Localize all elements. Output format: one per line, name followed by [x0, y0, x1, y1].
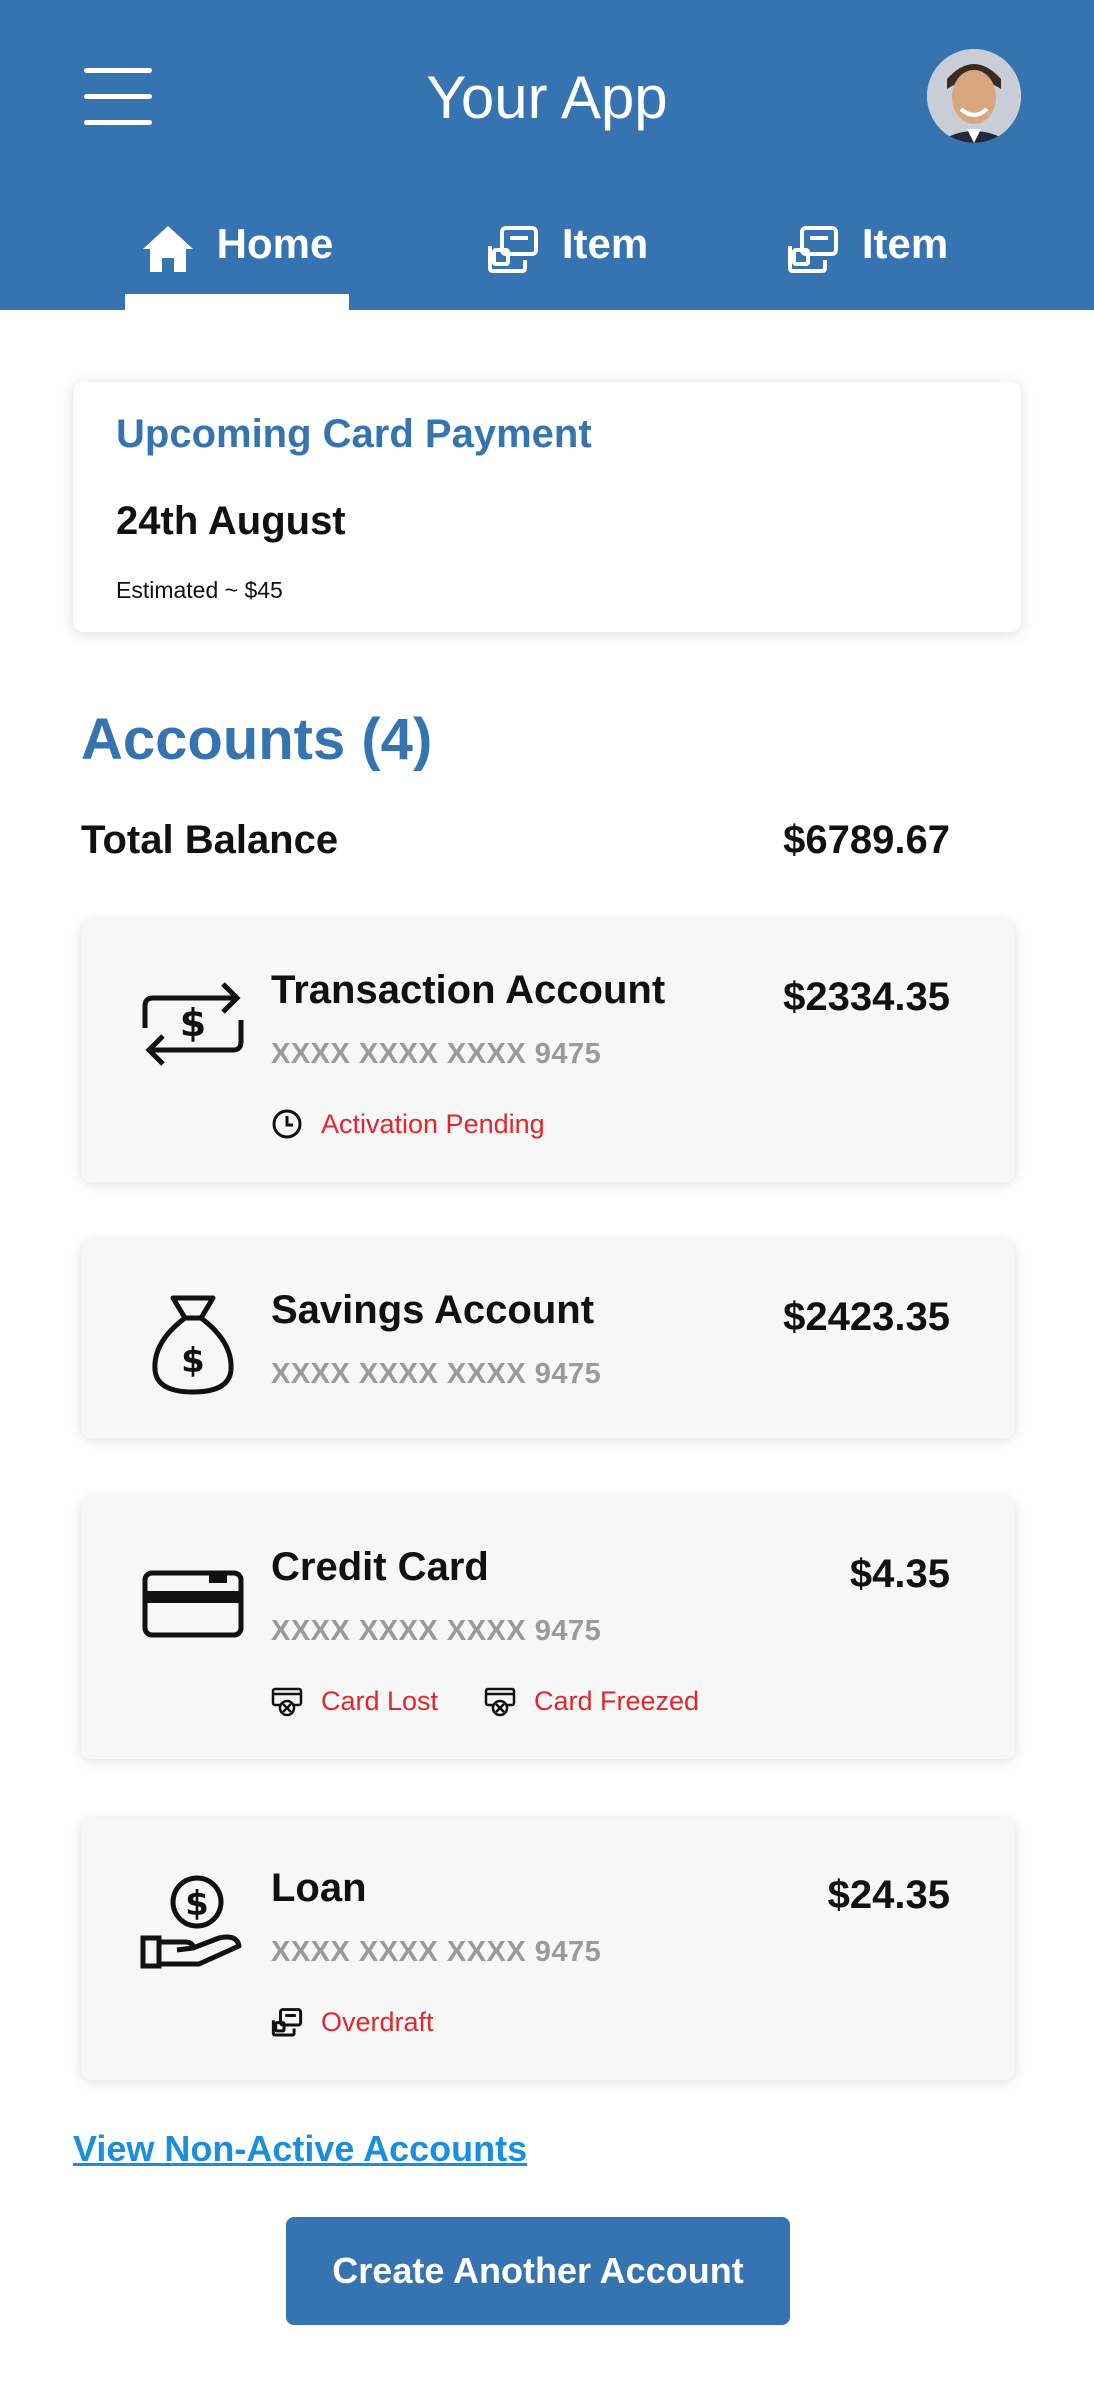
status-label: Card Lost [321, 1685, 439, 1716]
account-card-loan[interactable]: $ Loan XXXX XXXX XXXX 9475 $24.35 Overdr… [81, 1818, 1015, 2080]
money-bag-icon: $ [139, 1290, 247, 1398]
hand-coin-icon: $ [139, 1868, 247, 1976]
account-name: Loan [271, 1866, 367, 1910]
tab-item-2-label: Item [861, 220, 949, 267]
account-balance: $4.35 [849, 1552, 950, 1596]
account-balance: $24.35 [827, 1873, 950, 1917]
status-badge: Card Freezed [484, 1685, 699, 1717]
clock-icon [272, 1109, 302, 1139]
accounts-title: Accounts (4) [81, 707, 433, 772]
cards-icon [786, 224, 840, 284]
upcoming-payment-title: Upcoming Card Payment [116, 412, 592, 456]
total-balance-value: $6789.67 [783, 818, 950, 862]
card-blocked-icon [271, 1687, 303, 1717]
status-label: Overdraft [321, 2006, 434, 2037]
status-label: Activation Pending [321, 1108, 545, 1139]
home-icon [141, 224, 195, 284]
account-name: Savings Account [271, 1288, 595, 1332]
account-card-credit[interactable]: Credit Card XXXX XXXX XXXX 9475 $4.35 Ca… [81, 1497, 1015, 1759]
credit-card-icon [139, 1547, 247, 1655]
account-card-savings[interactable]: $ Savings Account XXXX XXXX XXXX 9475 $2… [81, 1240, 1015, 1438]
account-number: XXXX XXXX XXXX 9475 [271, 1358, 602, 1390]
view-non-active-accounts-link[interactable]: View Non-Active Accounts [73, 2128, 527, 2170]
transfer-dollar-icon: $ [139, 970, 247, 1078]
app-header: Your App Home Item Item [0, 0, 1094, 310]
cards-icon [271, 2008, 303, 2037]
status-badge: Card Lost [271, 1685, 438, 1717]
account-balance: $2334.35 [783, 975, 950, 1019]
account-card-transaction[interactable]: $ Transaction Account XXXX XXXX XXXX 947… [81, 920, 1015, 1182]
svg-text:$: $ [181, 1341, 205, 1381]
account-name: Credit Card [271, 1545, 489, 1589]
user-avatar[interactable] [927, 49, 1021, 143]
svg-text:$: $ [185, 1884, 209, 1924]
status-badge: Activation Pending [271, 1108, 545, 1140]
tab-item-1-label: Item [561, 220, 649, 267]
tab-item-1[interactable]: Item [460, 208, 674, 310]
card-blocked-icon [484, 1687, 516, 1717]
status-badge: Overdraft [271, 2006, 434, 2038]
status-label: Card Freezed [534, 1685, 700, 1716]
upcoming-payment-estimate: Estimated ~ $45 [116, 577, 283, 603]
account-name: Transaction Account [271, 968, 666, 1012]
account-number: XXXX XXXX XXXX 9475 [271, 1615, 602, 1647]
tab-item-2[interactable]: Item [760, 208, 974, 310]
upcoming-payment-date: 24th August [116, 499, 346, 543]
account-number: XXXX XXXX XXXX 9475 [271, 1936, 602, 1968]
total-balance-label: Total Balance [81, 818, 339, 862]
tab-home-label: Home [216, 220, 334, 267]
active-tab-indicator [125, 294, 349, 310]
upcoming-payment-card[interactable]: Upcoming Card Payment 24th August Estima… [73, 382, 1021, 632]
create-account-button[interactable]: Create Another Account [286, 2217, 790, 2325]
account-number: XXXX XXXX XXXX 9475 [271, 1038, 602, 1070]
account-balance: $2423.35 [783, 1295, 950, 1339]
svg-text:$: $ [180, 1001, 206, 1045]
cards-icon [486, 224, 540, 284]
